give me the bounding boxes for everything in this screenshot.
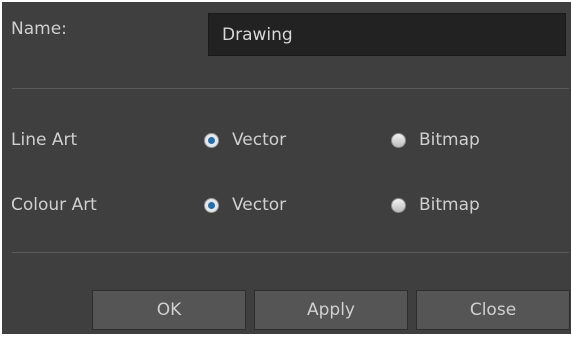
radio-checked-icon bbox=[204, 197, 219, 213]
line-art-bitmap-radio[interactable]: Bitmap bbox=[391, 130, 480, 150]
line-art-label: Line Art bbox=[11, 130, 78, 150]
line-art-vector-label: Vector bbox=[232, 130, 287, 150]
drawing-properties-dialog: Name: Line Art Vector Bitmap Colour Art … bbox=[2, 2, 571, 334]
line-art-bitmap-label: Bitmap bbox=[419, 130, 480, 150]
name-label: Name: bbox=[11, 19, 67, 39]
radio-checked-icon bbox=[204, 132, 219, 148]
name-field[interactable] bbox=[208, 13, 566, 56]
apply-button[interactable]: Apply bbox=[254, 290, 408, 330]
colour-art-bitmap-label: Bitmap bbox=[419, 195, 480, 215]
line-art-vector-radio[interactable]: Vector bbox=[204, 130, 286, 150]
radio-unchecked-icon bbox=[391, 132, 406, 148]
colour-art-label: Colour Art bbox=[11, 195, 97, 215]
bottom-divider bbox=[12, 252, 569, 253]
colour-art-vector-label: Vector bbox=[232, 195, 287, 215]
ok-button[interactable]: OK bbox=[92, 290, 246, 330]
colour-art-bitmap-radio[interactable]: Bitmap bbox=[391, 195, 480, 215]
radio-unchecked-icon bbox=[391, 197, 406, 213]
colour-art-vector-radio[interactable]: Vector bbox=[204, 195, 286, 215]
close-button[interactable]: Close bbox=[416, 290, 570, 330]
top-divider bbox=[12, 88, 569, 89]
